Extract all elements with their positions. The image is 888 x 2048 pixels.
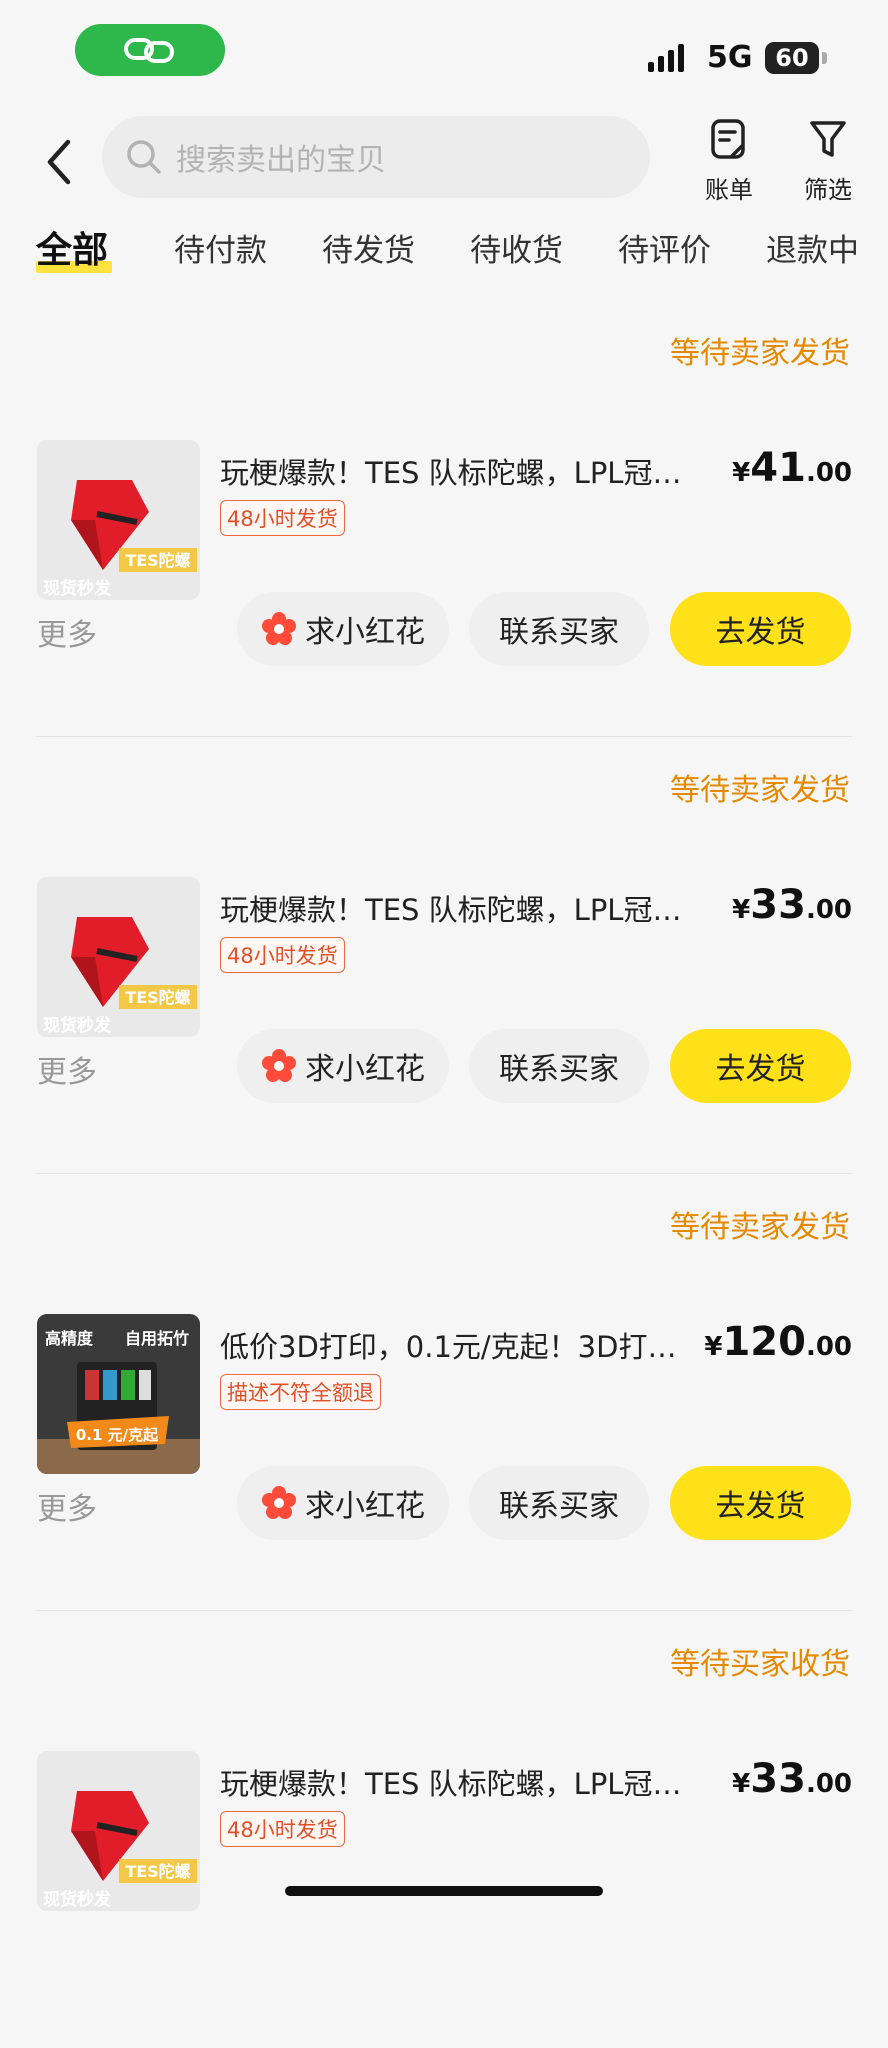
shipping-tag: 48小时发货: [220, 1811, 345, 1847]
order-status: 等待卖家发货: [670, 1210, 850, 1245]
thumb-caption-left: 现货秒发: [43, 578, 112, 599]
filter-icon: [788, 114, 868, 166]
order-status: 等待卖家发货: [670, 336, 850, 371]
price-decimal: .00: [805, 458, 852, 488]
tab-label: 待收货: [470, 233, 563, 269]
ask-flower-label: 求小红花: [305, 1489, 425, 1524]
ship-button[interactable]: 去发货: [670, 592, 851, 666]
ship-button[interactable]: 去发货: [670, 1466, 851, 1540]
price-integer: 120: [722, 1319, 806, 1365]
thumb-caption-left: 现货秒发: [43, 1889, 112, 1910]
product-title[interactable]: 玩梗爆款！TES 队标陀螺，LPL冠军同款: [220, 887, 700, 929]
contact-buyer-button[interactable]: 联系买家: [469, 592, 649, 666]
order-tabs: 全部 待付款 待发货 待收货 待评价 退款中: [0, 225, 888, 281]
more-button[interactable]: 更多: [37, 610, 97, 654]
order-card[interactable]: 等待卖家发货 0.1 元/克起 高精度 自用拓竹 低价3D打印，0.1元/克起！…: [0, 1174, 888, 1611]
chevron-left-icon: [47, 139, 71, 185]
network-label: 5G: [707, 40, 753, 75]
bill-icon: [689, 114, 769, 166]
product-title[interactable]: 玩梗爆款！TES 队标陀螺，LPL冠军同款: [220, 1761, 700, 1803]
shipping-tag: 48小时发货: [220, 500, 345, 536]
tab-refunding[interactable]: 退款中: [766, 225, 859, 270]
thumb-caption-right: TES陀螺: [125, 1862, 190, 1881]
battery-icon: 60: [765, 42, 819, 74]
contact-buyer-button[interactable]: 联系买家: [469, 1029, 649, 1103]
currency-symbol: ¥: [732, 458, 751, 488]
home-indicator: [285, 1886, 603, 1896]
shipping-tag: 48小时发货: [220, 937, 345, 973]
tab-pending-receipt[interactable]: 待收货: [470, 225, 563, 270]
order-price: ¥120.00: [704, 1319, 852, 1365]
tab-label: 待评价: [618, 233, 711, 269]
thumb-caption-right: TES陀螺: [125, 988, 190, 1007]
currency-symbol: ¥: [732, 1769, 751, 1799]
flower-icon: [261, 1485, 297, 1521]
guarantee-tag: 描述不符全额退: [220, 1374, 381, 1410]
thumb-caption-left: 高精度: [45, 1329, 94, 1348]
link-pill[interactable]: [75, 24, 225, 76]
ask-flower-label: 求小红花: [305, 1052, 425, 1087]
product-thumbnail[interactable]: TES陀螺 现货秒发: [37, 1751, 200, 1911]
tab-pending-shipment[interactable]: 待发货: [322, 225, 415, 270]
product-thumbnail[interactable]: TES陀螺 现货秒发: [37, 440, 200, 600]
product-thumbnail[interactable]: 0.1 元/克起 高精度 自用拓竹: [37, 1314, 200, 1474]
order-card[interactable]: 等待卖家发货 TES陀螺 现货秒发 玩梗爆款！TES 队标陀螺，LPL冠军同款 …: [0, 737, 888, 1174]
more-button[interactable]: 更多: [37, 1484, 97, 1528]
ask-flower-button[interactable]: 求小红花: [237, 1466, 449, 1540]
search-input[interactable]: 搜索卖出的宝贝: [102, 116, 650, 198]
order-price: ¥33.00: [732, 882, 852, 928]
order-price: ¥41.00: [732, 445, 852, 491]
tab-pending-review[interactable]: 待评价: [618, 225, 711, 270]
ask-flower-label: 求小红花: [305, 615, 425, 650]
search-placeholder: 搜索卖出的宝贝: [176, 143, 386, 178]
price-decimal: .00: [805, 1332, 852, 1362]
price-integer: 33: [750, 1756, 806, 1802]
currency-symbol: ¥: [732, 895, 751, 925]
tab-label: 全部: [36, 230, 109, 271]
currency-symbol: ¥: [704, 1332, 723, 1362]
tab-label: 退款中: [766, 233, 859, 269]
back-button[interactable]: [34, 132, 84, 192]
price-decimal: .00: [805, 895, 852, 925]
more-button[interactable]: 更多: [37, 1047, 97, 1091]
thumb-caption-left: 现货秒发: [43, 1015, 112, 1036]
product-thumbnail[interactable]: TES陀螺 现货秒发: [37, 877, 200, 1037]
tab-pending-payment[interactable]: 待付款: [174, 225, 267, 270]
filter-label: 筛选: [804, 176, 852, 204]
product-title[interactable]: 低价3D打印，0.1元/克起！3D打印定制: [220, 1324, 700, 1366]
battery-cap: [822, 52, 827, 64]
thumb-caption-right: TES陀螺: [125, 551, 190, 570]
thumb-caption-right: 自用拓竹: [125, 1329, 189, 1348]
signal-icon: [648, 44, 684, 72]
thumb-caption-bottom: 0.1 元/克起: [76, 1426, 159, 1444]
flower-icon: [261, 611, 297, 647]
ask-flower-button[interactable]: 求小红花: [237, 592, 449, 666]
order-card[interactable]: 等待卖家发货 TES陀螺 现货秒发 玩梗爆款！TES 队标陀螺，LPL冠军同款 …: [0, 300, 888, 737]
order-card[interactable]: 等待买家收货 TES陀螺 现货秒发 玩梗爆款！TES 队标陀螺，LPL冠军同款 …: [0, 1611, 888, 2048]
tab-label: 待付款: [174, 233, 267, 269]
tab-label: 待发货: [322, 233, 415, 269]
product-title[interactable]: 玩梗爆款！TES 队标陀螺，LPL冠军同款: [220, 450, 700, 492]
bill-button[interactable]: 账单: [689, 114, 769, 205]
ask-flower-button[interactable]: 求小红花: [237, 1029, 449, 1103]
link-icon: [124, 38, 174, 63]
flower-icon: [261, 1048, 297, 1084]
contact-buyer-button[interactable]: 联系买家: [469, 1466, 649, 1540]
price-integer: 33: [750, 882, 806, 928]
order-status: 等待买家收货: [670, 1647, 850, 1682]
price-integer: 41: [750, 445, 806, 491]
ship-button[interactable]: 去发货: [670, 1029, 851, 1103]
bill-label: 账单: [705, 176, 753, 204]
search-icon: [124, 137, 164, 177]
order-status: 等待卖家发货: [670, 773, 850, 808]
filter-button[interactable]: 筛选: [788, 114, 868, 205]
tab-all[interactable]: 全部: [36, 221, 112, 273]
header: 搜索卖出的宝贝 账单 筛选: [0, 110, 888, 215]
price-decimal: .00: [805, 1769, 852, 1799]
order-price: ¥33.00: [732, 1756, 852, 1802]
status-bar: 5G 60: [0, 0, 888, 110]
